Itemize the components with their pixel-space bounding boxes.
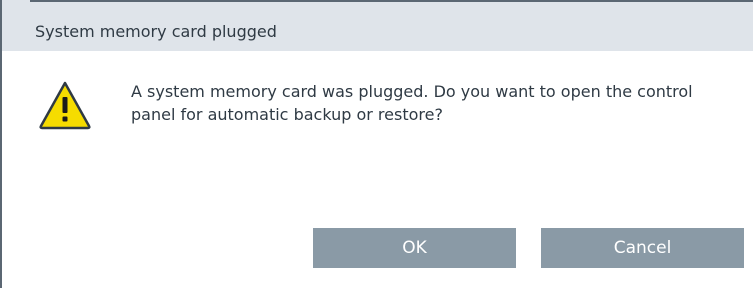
dialog-title: System memory card plugged: [35, 22, 277, 41]
ok-button[interactable]: OK: [313, 228, 516, 268]
warning-icon: [39, 81, 91, 130]
top-border: [30, 0, 753, 2]
cancel-button[interactable]: Cancel: [541, 228, 744, 268]
dialog-message: A system memory card was plugged. Do you…: [131, 82, 693, 124]
memory-card-dialog: System memory card plugged A system memo…: [0, 0, 753, 288]
